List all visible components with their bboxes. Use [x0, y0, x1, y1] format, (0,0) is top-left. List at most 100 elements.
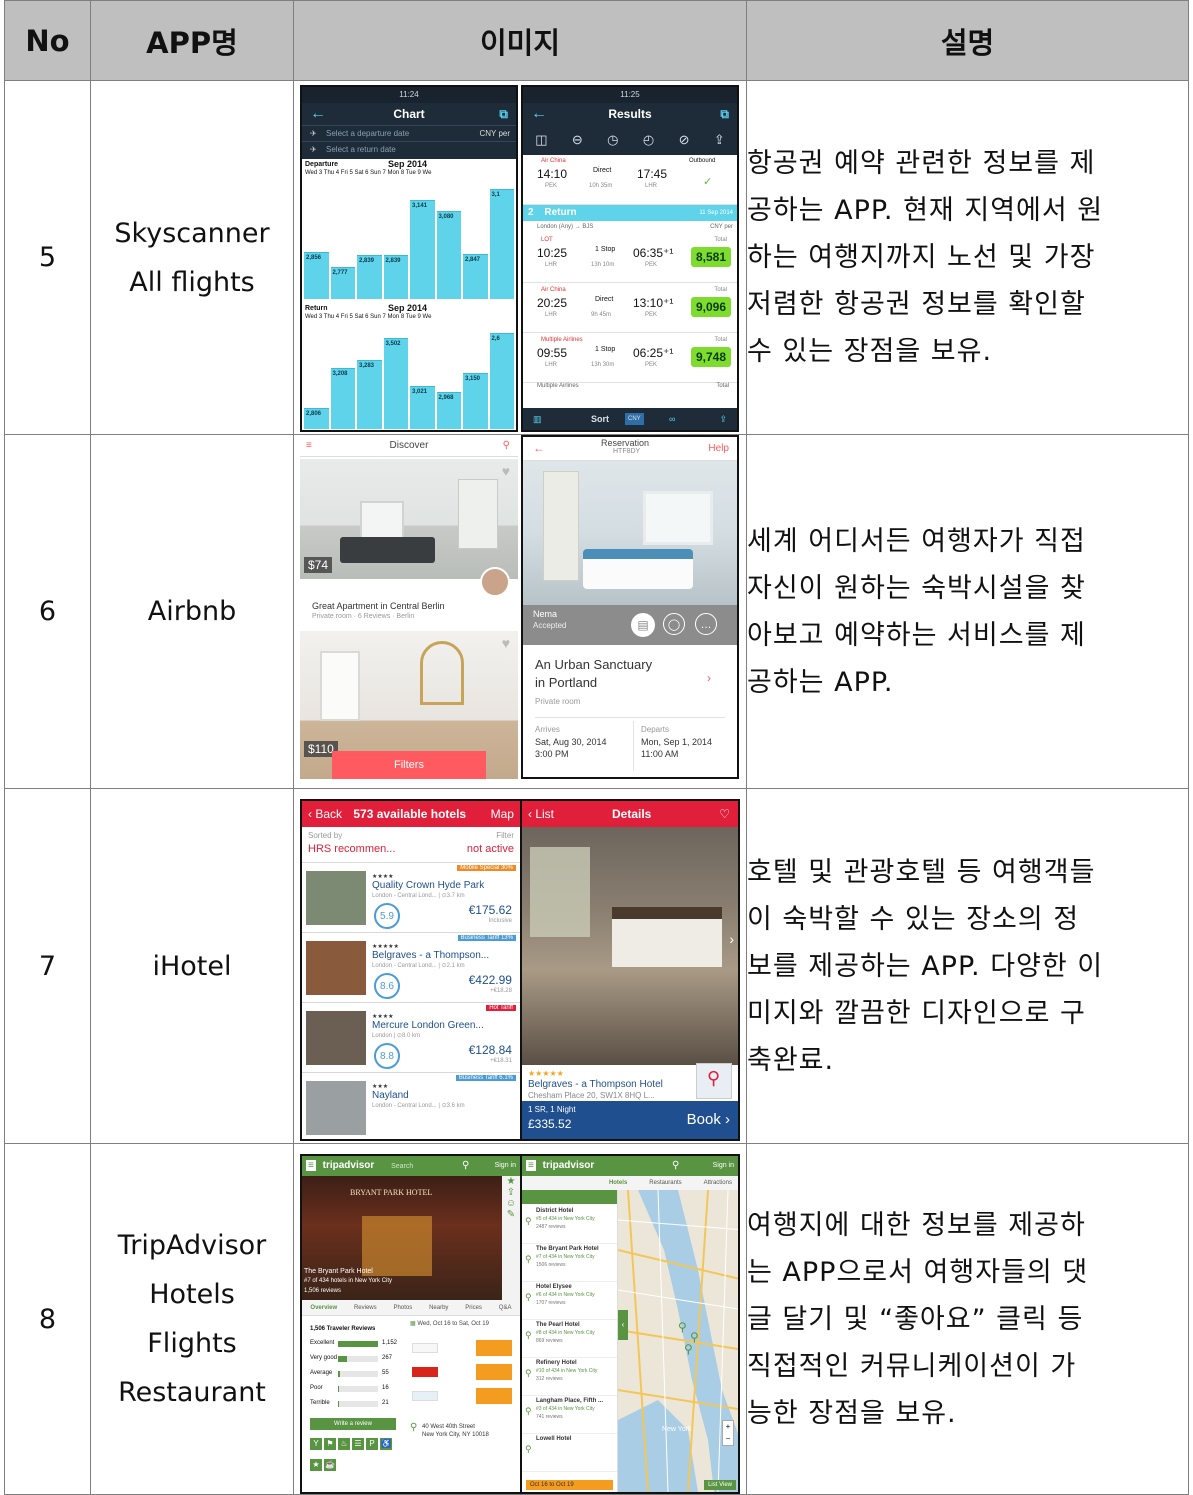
hotel-list-item[interactable]: ⚲ Hotel Elysee #6 of 434 in New York City 1…	[521, 1282, 617, 1320]
tab[interactable]: Nearby	[429, 1300, 448, 1315]
hotel-list-item[interactable]: ⚲ The Bryant Park Hotel #7 of 434 in New Y…	[521, 1244, 617, 1282]
listing-title[interactable]: An Urban Sanctuary	[535, 657, 652, 672]
share-icon[interactable]: ⇪	[719, 408, 727, 430]
price-bar[interactable]: 3,080	[436, 211, 461, 299]
pencil-icon[interactable]: ✎	[502, 1209, 520, 1220]
time-icon[interactable]: ◷	[607, 132, 618, 148]
price-bar[interactable]: 2,856	[304, 252, 329, 299]
tab[interactable]: Q&A	[499, 1300, 512, 1315]
menu-icon[interactable]: ≡	[306, 1160, 316, 1171]
profile-icon[interactable]: ◯	[663, 613, 685, 635]
menu-icon[interactable]: ≡	[525, 1160, 536, 1171]
flight-row[interactable]: LOT 10:25 LHR 1 Stop 13h 10m 06:35⁺¹ PEK Total 8…	[523, 235, 737, 283]
price-bar[interactable]: 2,839	[357, 255, 382, 299]
category-tab[interactable]: Hotels	[609, 1176, 627, 1190]
map-view[interactable]: ⚲ ⚲ ⚲ New York ‹ + − List View	[617, 1190, 738, 1492]
price-offer[interactable]	[412, 1340, 512, 1356]
hotel-row[interactable]: Business Tariff 13% ★★★★★ Belgraves - a Th…	[302, 933, 520, 1003]
price-tag[interactable]: 9,748	[690, 347, 731, 367]
search-input[interactable]: Search	[391, 1163, 413, 1170]
airline-icon[interactable]: ⊖	[572, 132, 583, 148]
tab[interactable]: Photos	[394, 1300, 413, 1315]
clock-icon[interactable]: ◴	[643, 132, 654, 148]
chevron-right-icon[interactable]: ›	[729, 931, 734, 947]
receipt-icon[interactable]: ▤	[631, 613, 655, 637]
price-offer[interactable]	[412, 1364, 512, 1380]
price-offer[interactable]	[412, 1388, 512, 1404]
return-date-select[interactable]: ✈ Select a return date	[302, 141, 516, 157]
filters-button[interactable]: Filters	[332, 751, 486, 779]
hotel-list-item[interactable]: ⚲ The Pearl Hotel #8 of 434 in New York Ci…	[521, 1320, 617, 1358]
hotel-list-item[interactable]: ⚲ District Hotel #5 of 434 in New York Cit…	[521, 1206, 617, 1244]
collapse-panel-button[interactable]: ‹	[617, 1310, 628, 1340]
search-icon[interactable]: ⚲	[503, 435, 510, 457]
map-thumbnail[interactable]: ⚲	[696, 1063, 732, 1099]
dates-row[interactable]: ▦ Wed, Oct 16 to Sat, Oct 19	[410, 1320, 514, 1332]
map-button[interactable]: Map	[491, 801, 514, 827]
map-pin-icon[interactable]: ⚲	[684, 1342, 693, 1356]
flight-row[interactable]: Multiple Airlines 09:55 LHR 1 Stop 13h 30m 06…	[523, 335, 737, 383]
outbound-row[interactable]: Air China 14:10 PEK Direct 10h 35m 17:45…	[523, 155, 737, 205]
sort-button[interactable]: Sort	[591, 408, 609, 430]
price-bar[interactable]: 3,1	[489, 189, 514, 299]
hotel-photo[interactable]: BRYANT PARK HOTEL The Bryant Park Hotel …	[302, 1176, 520, 1300]
price-bar[interactable]: 3,208	[330, 367, 355, 429]
list-button[interactable]: ‹ List	[528, 807, 554, 821]
currency-button[interactable]: CNY	[625, 413, 644, 425]
listing-title[interactable]: in Portland	[535, 675, 597, 690]
tab[interactable]: Overview	[310, 1300, 337, 1315]
book-button[interactable]: Book ›	[687, 1111, 730, 1128]
back-arrow-icon[interactable]: ←	[533, 441, 545, 455]
heart-icon[interactable]: ♡	[719, 801, 730, 827]
search-icon[interactable]: ⚲	[462, 1156, 469, 1176]
sort-value[interactable]: HRS recommen...	[308, 843, 395, 855]
price-bar[interactable]: 3,141	[410, 199, 435, 299]
hotel-row[interactable]: Hot Tariff ★★★★ Mercure London Green... Lon…	[302, 1003, 520, 1073]
back-arrow-icon[interactable]: ←	[531, 103, 547, 125]
tab[interactable]: Reviews	[354, 1300, 377, 1315]
sort-filter-bar[interactable]: Sorted by HRS recommen... Filter not act…	[302, 827, 520, 863]
heart-icon[interactable]: ♥	[502, 635, 510, 651]
chevron-right-icon[interactable]: ›	[707, 671, 711, 685]
star-icon[interactable]: ★	[502, 1176, 520, 1187]
price-bar[interactable]: 2,6	[489, 333, 514, 429]
sign-in-link[interactable]: Sign in	[495, 1156, 516, 1176]
hotel-row[interactable]: Business Tariff 6.1% ★★★ Nayland London - C…	[302, 1073, 520, 1139]
host-avatar[interactable]	[480, 567, 510, 597]
price-bar[interactable]: 2,806	[304, 408, 329, 429]
price-bar[interactable]: 2,777	[330, 266, 355, 299]
hotel-list-item[interactable]: ⚲ Langham Place, Fifth ... #3 of 434 in Ne…	[521, 1396, 617, 1434]
share-icon[interactable]: ⧉	[499, 103, 508, 125]
hotel-list-item[interactable]: ⚲ Lowell Hotel	[521, 1434, 617, 1472]
price-bar[interactable]: 2,847	[463, 253, 488, 299]
price-bar[interactable]: 3,150	[463, 373, 488, 429]
back-arrow-icon[interactable]: ←	[310, 103, 326, 125]
price-bar[interactable]: 3,021	[410, 386, 435, 429]
binoculars-icon[interactable]: ∞	[669, 408, 675, 430]
tab[interactable]: Prices	[465, 1300, 482, 1315]
price-tag[interactable]: 9,096	[690, 297, 731, 317]
price-bar[interactable]: 2,839	[383, 255, 408, 299]
message-icon[interactable]: …	[695, 613, 717, 635]
category-tab[interactable]: Attractions	[704, 1176, 732, 1190]
heart-icon[interactable]: ♥	[502, 463, 510, 479]
duration-icon[interactable]: ⊘	[679, 132, 690, 148]
chart-icon[interactable]: ▥	[533, 408, 542, 430]
price-bar[interactable]: 3,283	[357, 359, 382, 429]
help-link[interactable]: Help	[708, 443, 729, 454]
stops-icon[interactable]: ◫	[535, 132, 547, 148]
person-icon[interactable]: ☺	[502, 1198, 520, 1209]
write-review-button[interactable]: Write a review	[310, 1418, 396, 1430]
category-tab[interactable]: Restaurants	[649, 1176, 681, 1190]
hotel-row[interactable]: Mobile Special 30% ★★★★ Quality Crown Hyde…	[302, 863, 520, 933]
flight-row[interactable]: Air China 20:25 LHR Direct 9h 45m 13:10⁺¹ PEK T…	[523, 285, 737, 333]
hotel-photo[interactable]: ›	[521, 827, 738, 1065]
listing-photo[interactable]: ♥	[300, 459, 518, 579]
price-bar[interactable]: 2,968	[436, 391, 461, 429]
hotel-list-item[interactable]: ⚲ Refinery Hotel #10 of 434 in New York Ci…	[521, 1358, 617, 1396]
price-tag[interactable]: 8,581	[690, 247, 731, 267]
back-button[interactable]: ‹ Back	[308, 807, 342, 821]
list-filter-bar[interactable]	[521, 1190, 617, 1204]
listing-title[interactable]: Great Apartment in Central Berlin	[312, 601, 445, 611]
search-icon[interactable]: ⚲	[672, 1156, 679, 1176]
